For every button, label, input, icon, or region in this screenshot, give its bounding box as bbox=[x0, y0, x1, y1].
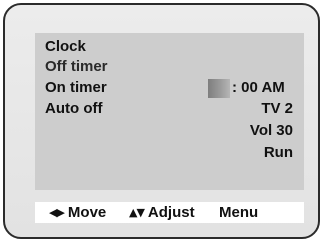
on-timer-time-value: : 00 AM bbox=[232, 79, 285, 96]
adjust-label: Adjust bbox=[147, 204, 195, 221]
menu-row-volume[interactable]: Vol 30 bbox=[35, 121, 304, 141]
clock-label: Clock bbox=[45, 38, 86, 55]
on-timer-label: On timer bbox=[45, 79, 107, 96]
auto-off-label: Auto off bbox=[45, 100, 103, 117]
menu-row-status[interactable]: Run bbox=[35, 143, 304, 163]
navigation-help-bar: ◀▶ Move ▲▼ Adjust Menu bbox=[35, 202, 304, 223]
timer-menu-panel: Clock Off timer On timer : 00 AM Auto of… bbox=[35, 33, 304, 190]
menu-row-clock[interactable]: Clock bbox=[35, 37, 304, 57]
help-menu: Menu bbox=[219, 202, 258, 223]
menu-row-auto-off[interactable]: Auto off TV 2 bbox=[35, 99, 304, 119]
left-right-arrows-icon: ◀▶ bbox=[49, 206, 65, 219]
up-down-arrows-icon: ▲▼ bbox=[129, 206, 145, 219]
menu-row-off-timer[interactable]: Off timer bbox=[35, 57, 304, 77]
tv-screen-frame: Clock Off timer On timer : 00 AM Auto of… bbox=[3, 3, 320, 239]
help-move: ◀▶ Move bbox=[49, 202, 106, 223]
menu-label: Menu bbox=[219, 204, 259, 221]
run-status-value[interactable]: Run bbox=[264, 143, 293, 163]
move-label: Move bbox=[67, 204, 107, 221]
channel-value[interactable]: TV 2 bbox=[261, 99, 293, 119]
menu-row-on-timer[interactable]: On timer : 00 AM bbox=[35, 78, 304, 98]
volume-value[interactable]: Vol 30 bbox=[250, 121, 293, 141]
off-timer-label: Off timer bbox=[45, 58, 108, 75]
hour-input-highlight[interactable] bbox=[208, 79, 230, 98]
help-adjust: ▲▼ Adjust bbox=[129, 202, 195, 223]
